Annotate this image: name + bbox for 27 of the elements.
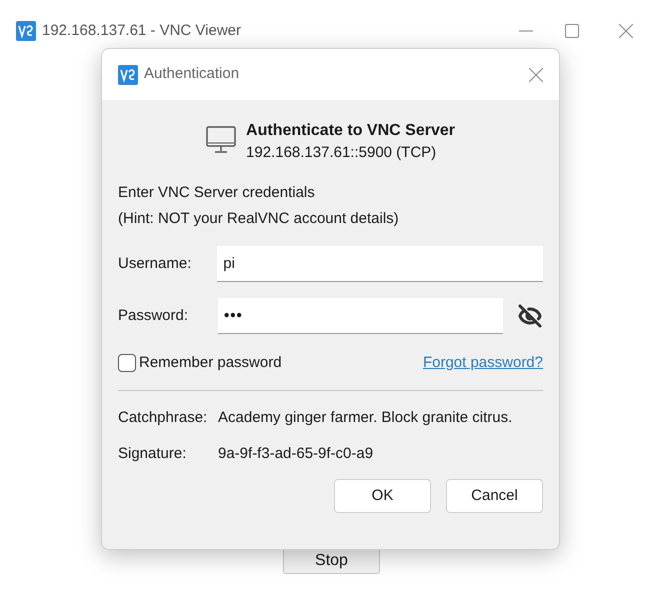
vnc-logo-icon <box>16 21 36 41</box>
info-label: Catchphrase: <box>118 408 208 428</box>
close-icon[interactable] <box>529 68 543 82</box>
dialog-heading: Authenticate to VNC Server <box>246 121 455 141</box>
field-label: Password: <box>118 306 190 326</box>
instruction-text: Enter VNC Server credentials <box>118 183 316 203</box>
forgot-password-link[interactable]: Forgot password? <box>422 352 543 374</box>
monitor-icon <box>206 126 236 156</box>
checkbox-label: Remember password <box>139 352 282 373</box>
info-label: Signature: <box>118 444 188 464</box>
vnc-logo-icon <box>118 64 138 84</box>
info-value: 9a-9f-f3-ad-65-9f-c0-a9 <box>218 444 374 464</box>
cancel-button[interactable]: Cancel <box>446 479 543 513</box>
field-label: Username: <box>118 254 192 274</box>
remember-checkbox[interactable] <box>118 354 136 372</box>
instruction-text: (Hint: NOT your RealVNC account details) <box>118 209 400 229</box>
close-icon[interactable] <box>619 24 633 38</box>
window-title: 192.168.137.61 - VNC Viewer <box>42 20 242 41</box>
username-field[interactable]: pi <box>217 246 543 282</box>
password-field[interactable]: ••• <box>218 298 503 334</box>
server-address: 192.168.137.61::5900 (TCP) <box>246 143 438 163</box>
stop-button[interactable]: Stop <box>283 548 380 574</box>
ok-button[interactable]: OK <box>334 479 431 513</box>
hide-password-icon[interactable] <box>518 304 542 328</box>
info-value: Academy ginger farmer. Block granite citrus. <box>218 408 512 428</box>
maximize-icon[interactable] <box>565 24 579 38</box>
dialog-title: Authentication <box>144 64 240 84</box>
